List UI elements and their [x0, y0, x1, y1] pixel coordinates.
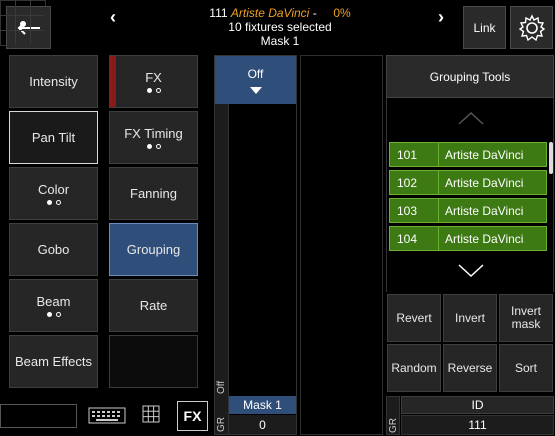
- row-name: Artiste DaVinci: [439, 170, 547, 195]
- gr-side-strip: GR: [386, 396, 400, 435]
- button-label: Beam Effects: [14, 354, 93, 369]
- fx-active-bar: [110, 56, 116, 107]
- intensity-button[interactable]: Intensity: [9, 55, 98, 108]
- command-input[interactable]: [0, 404, 77, 428]
- button-label: Rate: [139, 298, 168, 313]
- mask-value: 0: [229, 415, 296, 434]
- off-dropdown-button[interactable]: Off: [215, 56, 296, 104]
- row-number: 101: [389, 142, 439, 167]
- row-name: Artiste DaVinci: [439, 142, 547, 167]
- fx-label: FX: [183, 408, 202, 424]
- id-header: ID: [401, 396, 554, 414]
- revert-button[interactable]: Revert: [387, 294, 441, 342]
- fader-side-strip: Off GR: [215, 104, 229, 434]
- side-label-off: Off: [216, 380, 227, 394]
- button-label: Fanning: [130, 186, 177, 201]
- mask-title: Mask 1: [260, 34, 300, 48]
- invert-button[interactable]: Invert: [443, 294, 497, 342]
- button-label: Beam: [36, 294, 71, 309]
- row-name: Artiste DaVinci: [439, 226, 547, 251]
- grouping-tools-header: Grouping Tools: [386, 55, 554, 98]
- fixture-name: Artiste DaVinci: [230, 6, 310, 20]
- random-label: Random: [391, 360, 437, 375]
- fx-timing-button[interactable]: FX Timing: [109, 111, 198, 164]
- sort-button[interactable]: Sort: [499, 344, 553, 392]
- rate-button[interactable]: Rate: [109, 279, 198, 332]
- side-label-gr: GR: [216, 417, 227, 432]
- dropdown-arrow-icon: [249, 86, 262, 94]
- percent-value: 0%: [333, 6, 351, 20]
- invert-mask-label: Invert mask: [510, 304, 541, 331]
- button-label: Grouping: [126, 242, 181, 257]
- side-label-gr: GR: [388, 418, 399, 433]
- button-label: Intensity: [29, 74, 78, 89]
- off-label: Off: [247, 66, 264, 81]
- keyboard-icon[interactable]: [88, 405, 126, 425]
- grouping-title: Grouping Tools: [429, 69, 511, 84]
- pan-tilt-button[interactable]: Pan Tilt: [9, 111, 98, 164]
- row-name: Artiste DaVinci: [439, 198, 547, 223]
- chevron-left-icon[interactable]: ‹: [110, 7, 116, 28]
- fx-toggle-button[interactable]: FX: [177, 401, 208, 431]
- invert-label: Invert: [454, 310, 485, 325]
- list-item[interactable]: 103 Artiste DaVinci: [389, 198, 547, 223]
- button-label: FX Timing: [124, 126, 183, 141]
- id-header-label: ID: [471, 398, 484, 412]
- fixtures-selected: 10 fixtures selected: [228, 20, 332, 34]
- header-dash: -: [312, 6, 317, 20]
- list-item[interactable]: 104 Artiste DaVinci: [389, 226, 547, 251]
- button-label: Gobo: [37, 242, 70, 257]
- link-button[interactable]: Link: [463, 6, 506, 49]
- row-number: 103: [389, 198, 439, 223]
- back-button[interactable]: [6, 6, 51, 49]
- scroll-down-icon[interactable]: [458, 264, 484, 277]
- mask-box[interactable]: Mask 1 0: [229, 396, 296, 434]
- fx-button[interactable]: FX: [109, 55, 198, 108]
- fixture-list[interactable]: 101 Artiste DaVinci 102 Artiste DaVinci …: [386, 98, 554, 292]
- reverse-button[interactable]: Reverse: [443, 344, 497, 392]
- position-dot: [20, 21, 26, 27]
- gear-icon: [518, 13, 545, 41]
- revert-label: Revert: [396, 310, 432, 325]
- button-label: Pan Tilt: [31, 130, 76, 145]
- beam-button[interactable]: Beam: [9, 279, 98, 332]
- reverse-label: Reverse: [447, 360, 493, 375]
- button-label: Color: [37, 182, 70, 197]
- gobo-button[interactable]: Gobo: [9, 223, 98, 276]
- link-label: Link: [473, 20, 496, 35]
- page-dots: [46, 312, 61, 317]
- fanning-button[interactable]: Fanning: [109, 167, 198, 220]
- grouping-button[interactable]: Grouping: [109, 223, 198, 276]
- chevron-right-icon[interactable]: ›: [438, 7, 444, 28]
- scroll-up-icon[interactable]: [458, 112, 484, 125]
- color-button[interactable]: Color: [9, 167, 98, 220]
- fixture-id: 111: [209, 6, 228, 20]
- row-number: 104: [389, 226, 439, 251]
- sort-label: Sort: [514, 360, 537, 375]
- mask-label: Mask 1: [229, 396, 296, 414]
- beam-effects-button[interactable]: Beam Effects: [9, 335, 98, 388]
- random-button[interactable]: Random: [387, 344, 441, 392]
- row-number: 102: [389, 170, 439, 195]
- empty-panel: [300, 55, 383, 435]
- page-dots: [146, 88, 161, 93]
- page-dots: [146, 144, 161, 149]
- id-value[interactable]: 111: [401, 415, 554, 435]
- page-dots: [46, 200, 61, 205]
- fader-column[interactable]: Off Off GR Mask 1 0: [214, 55, 297, 435]
- grid-icon[interactable]: [142, 405, 160, 423]
- scrollbar-thumb[interactable]: [549, 142, 553, 174]
- settings-button[interactable]: [510, 6, 553, 49]
- list-item[interactable]: 102 Artiste DaVinci: [389, 170, 547, 195]
- selection-info: 111 Artiste DaVinci - 0% 10 fixtures sel…: [150, 6, 410, 48]
- id-value-label: 111: [468, 418, 487, 432]
- empty-slot-button: [109, 335, 198, 388]
- list-item[interactable]: 101 Artiste DaVinci: [389, 142, 547, 167]
- button-label: FX: [145, 70, 162, 85]
- invert-mask-button[interactable]: Invert mask: [499, 294, 553, 342]
